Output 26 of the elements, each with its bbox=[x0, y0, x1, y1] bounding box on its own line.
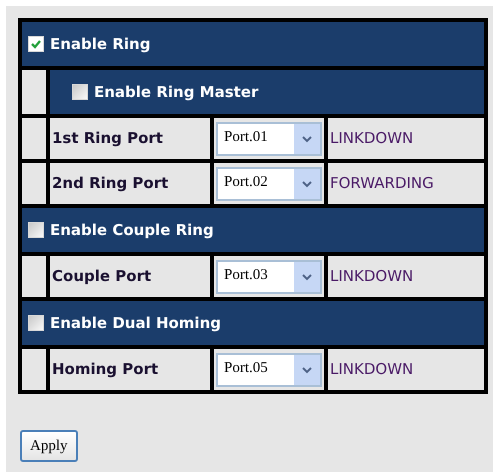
port-status: LINKDOWN bbox=[330, 359, 414, 380]
checkbox[interactable] bbox=[72, 84, 88, 100]
indent-cell bbox=[22, 118, 46, 159]
port-label: 1st Ring Port bbox=[52, 128, 163, 150]
section-title: Enable Dual Homing bbox=[50, 312, 221, 334]
port-select[interactable]: Port.03 bbox=[216, 260, 322, 294]
section-title: Enable Couple Ring bbox=[50, 220, 214, 241]
section-title: Enable Ring bbox=[50, 34, 150, 55]
port-label: 2nd Ring Port bbox=[52, 173, 168, 194]
port-select[interactable]: Port.02 bbox=[216, 166, 322, 200]
port-label: Couple Port bbox=[52, 266, 152, 288]
indent-cell bbox=[22, 256, 46, 297]
section-title: Enable Ring Master bbox=[94, 82, 258, 103]
apply-button[interactable]: Apply bbox=[20, 430, 78, 462]
indent-cell bbox=[22, 349, 46, 390]
checkbox[interactable] bbox=[28, 222, 44, 238]
checkbox[interactable] bbox=[28, 315, 44, 331]
port-select[interactable]: Port.05 bbox=[216, 352, 322, 386]
indent-cell bbox=[22, 163, 46, 204]
port-status: LINKDOWN bbox=[330, 266, 414, 288]
port-label: Homing Port bbox=[52, 359, 158, 380]
port-status: LINKDOWN bbox=[330, 128, 414, 150]
port-status: FORWARDING bbox=[330, 173, 434, 194]
port-select[interactable]: Port.01 bbox=[216, 122, 322, 156]
indent-cell bbox=[22, 70, 46, 114]
checkbox[interactable] bbox=[28, 36, 44, 52]
